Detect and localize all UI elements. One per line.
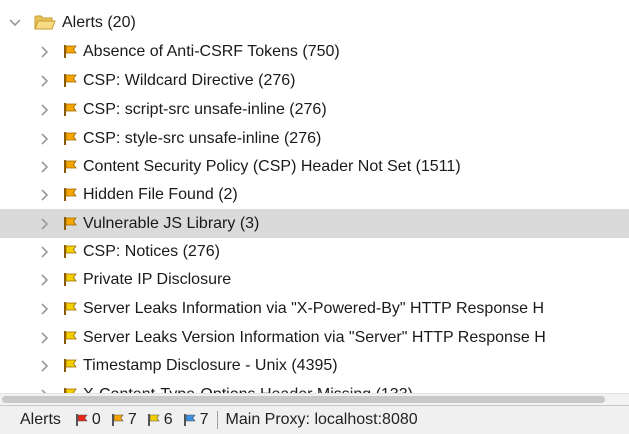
chevron-right-icon[interactable] xyxy=(38,359,52,373)
alert-tree-item-label: Hidden File Found (2) xyxy=(83,185,238,203)
medium-alert-count-value: 7 xyxy=(127,411,137,428)
alert-tree-item-label: CSP: script-src unsafe-inline (276) xyxy=(83,100,327,118)
chevron-right-icon[interactable] xyxy=(38,302,52,316)
medium-risk-flag-icon xyxy=(62,216,78,232)
chevron-right-icon[interactable] xyxy=(38,217,52,231)
folder-open-icon xyxy=(34,15,56,31)
medium-alert-count: 7 xyxy=(111,411,137,429)
tree-root-alerts[interactable]: Alerts (20) xyxy=(0,8,629,37)
high-risk-flag-icon xyxy=(75,413,92,427)
alert-tree-item[interactable]: CSP: script-src unsafe-inline (276) xyxy=(0,95,629,124)
main-proxy-status: Main Proxy: localhost:8080 xyxy=(225,411,418,428)
chevron-right-icon[interactable] xyxy=(38,188,52,202)
status-separator xyxy=(216,411,218,429)
alert-tree-item-label: Private IP Disclosure xyxy=(83,270,232,288)
alert-tree-item[interactable]: Content Security Policy (CSP) Header Not… xyxy=(0,152,629,181)
alert-tree-item[interactable]: Hidden File Found (2) xyxy=(0,180,629,209)
chevron-right-icon[interactable] xyxy=(38,245,52,259)
alert-tree-item-label: CSP: style-src unsafe-inline (276) xyxy=(83,129,322,147)
chevron-right-icon[interactable] xyxy=(38,132,52,146)
chevron-right-icon[interactable] xyxy=(38,273,52,287)
low-risk-flag-icon xyxy=(62,358,78,374)
chevron-down-icon[interactable] xyxy=(8,16,22,30)
alert-tree-item[interactable]: CSP: style-src unsafe-inline (276) xyxy=(0,124,629,153)
alert-tree-item[interactable]: Server Leaks Information via "X-Powered-… xyxy=(0,294,629,323)
alert-tree-item[interactable]: X-Content-Type-Options Header Missing (1… xyxy=(0,380,629,393)
chevron-right-icon[interactable] xyxy=(38,74,52,88)
low-alert-count-value: 6 xyxy=(163,411,173,428)
alert-tree-item-label: Vulnerable JS Library (3) xyxy=(83,214,260,232)
status-alerts-label: Alerts xyxy=(20,411,61,428)
alert-tree-item[interactable]: CSP: Wildcard Directive (276) xyxy=(0,66,629,95)
high-alert-count-value: 0 xyxy=(91,411,101,428)
chevron-right-icon[interactable] xyxy=(38,103,52,117)
alert-tree-item[interactable]: Timestamp Disclosure - Unix (4395) xyxy=(0,351,629,380)
alert-tree-item[interactable]: Server Leaks Version Information via "Se… xyxy=(0,323,629,352)
alert-tree-item-label: CSP: Wildcard Directive (276) xyxy=(83,71,296,89)
chevron-right-icon[interactable] xyxy=(38,160,52,174)
alert-tree-item[interactable]: CSP: Notices (276) xyxy=(0,237,629,266)
medium-risk-flag-icon xyxy=(62,44,78,60)
medium-risk-flag-icon xyxy=(62,159,78,175)
informational-alert-count-value: 7 xyxy=(199,411,209,428)
alert-tree-item-label: Timestamp Disclosure - Unix (4395) xyxy=(83,356,338,374)
alert-tree-item-label: CSP: Notices (276) xyxy=(83,242,220,260)
alert-tree-item-label: Server Leaks Information via "X-Powered-… xyxy=(83,299,545,317)
status-bar: Alerts 0 7 6 7 Main Proxy: localhost:8080 xyxy=(0,405,629,434)
medium-risk-flag-icon xyxy=(62,102,78,118)
medium-risk-flag-icon xyxy=(111,413,128,427)
tree-root-label: Alerts (20) xyxy=(62,13,136,31)
horizontal-scrollbar-thumb[interactable] xyxy=(2,396,605,403)
low-risk-flag-icon xyxy=(62,272,78,288)
low-risk-flag-icon xyxy=(147,413,164,427)
alert-tree-item-label: Absence of Anti-CSRF Tokens (750) xyxy=(83,42,340,60)
informational-alert-count: 7 xyxy=(183,411,209,429)
alert-tree-item[interactable]: Private IP Disclosure xyxy=(0,265,629,294)
chevron-right-icon[interactable] xyxy=(38,331,52,345)
alert-tree-item-label: X-Content-Type-Options Header Missing (1… xyxy=(83,386,413,394)
low-risk-flag-icon xyxy=(62,244,78,260)
low-risk-flag-icon xyxy=(62,301,78,317)
medium-risk-flag-icon xyxy=(62,187,78,203)
high-alert-count: 0 xyxy=(75,411,101,429)
vertical-scrollbar[interactable] xyxy=(625,0,629,393)
alert-tree-item[interactable]: Vulnerable JS Library (3) xyxy=(0,209,629,238)
low-alert-count: 6 xyxy=(147,411,173,429)
alert-tree-item-label: Content Security Policy (CSP) Header Not… xyxy=(83,157,461,175)
chevron-right-icon[interactable] xyxy=(38,45,52,59)
low-risk-flag-icon xyxy=(62,330,78,346)
info-flag-icon xyxy=(183,413,200,427)
medium-risk-flag-icon xyxy=(62,131,78,147)
medium-risk-flag-icon xyxy=(62,73,78,89)
alert-tree-item[interactable]: Absence of Anti-CSRF Tokens (750) xyxy=(0,37,629,66)
alerts-tree: Alerts (20) Absence of Anti-CSRF Tokens … xyxy=(0,0,629,393)
alert-tree-item-label: Server Leaks Version Information via "Se… xyxy=(83,328,546,346)
